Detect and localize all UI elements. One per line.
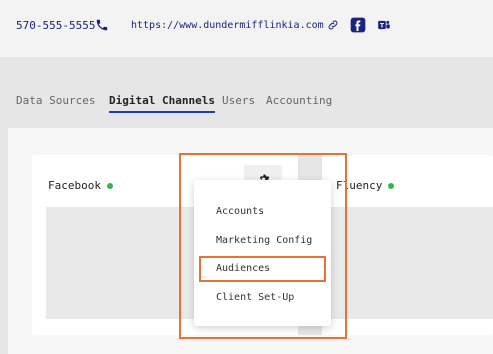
card-title-fluency: Fluency <box>336 179 395 192</box>
tab-bar: Data Sources Digital Channels Users Acco… <box>0 72 493 113</box>
status-indicator <box>388 182 395 189</box>
settings-dropdown-menu: Accounts Marketing Config Audiences Clie… <box>194 180 331 326</box>
link-icon[interactable] <box>327 14 339 36</box>
menu-item-accounts[interactable]: Accounts <box>216 206 264 217</box>
tab-users[interactable]: Users <box>222 94 255 111</box>
card-content-placeholder <box>322 207 493 319</box>
fluency-card: Fluency <box>322 155 493 335</box>
phone-icon[interactable] <box>95 14 109 36</box>
phone-number[interactable]: 570-555-5555 <box>16 14 95 36</box>
header-bar: 570-555-5555 https://www.dundermifflinki… <box>0 0 493 57</box>
teams-icon[interactable]: T <box>377 14 391 36</box>
menu-item-audiences[interactable]: Audiences <box>216 263 270 274</box>
menu-item-marketing-config[interactable]: Marketing Config <box>216 235 312 246</box>
tab-digital-channels[interactable]: Digital Channels <box>109 94 215 113</box>
tab-accounting[interactable]: Accounting <box>266 94 332 111</box>
card-title-facebook: Facebook <box>48 179 113 192</box>
menu-item-client-set-up[interactable]: Client Set-Up <box>216 292 294 303</box>
website-link[interactable]: https://www.dundermifflinkia.com <box>131 14 324 36</box>
svg-text:T: T <box>380 23 384 29</box>
facebook-icon[interactable] <box>350 14 366 36</box>
tab-data-sources[interactable]: Data Sources <box>16 94 95 111</box>
status-indicator <box>106 182 113 189</box>
